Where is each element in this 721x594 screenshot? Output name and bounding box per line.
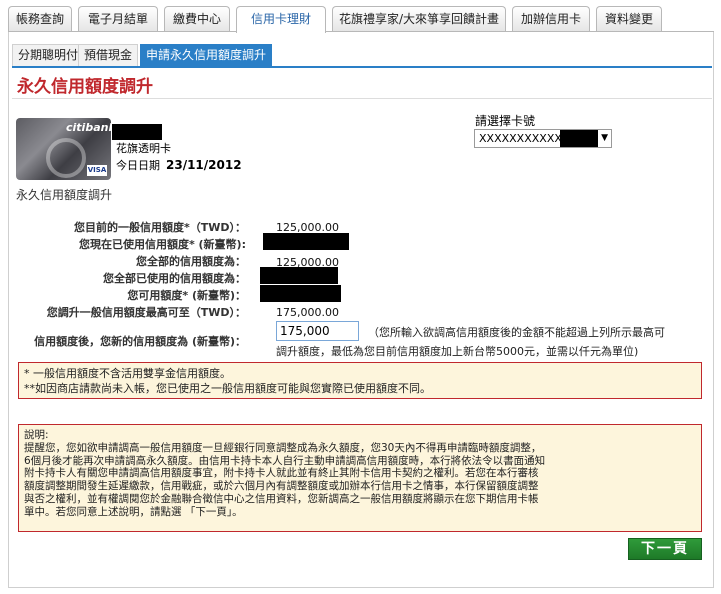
today-date: 今日日期 23/11/2012 [116, 157, 242, 173]
next-page-button[interactable]: 下一頁 [628, 538, 702, 560]
redacted-used-limit [263, 233, 349, 250]
notice-line-1: * 一般信用額度不含活用雙享金信用額度。 [24, 367, 231, 380]
explanation-title: 說明: [24, 429, 49, 441]
used-limit-label: 您現在已使用信用額度* (新臺幣): [78, 238, 246, 251]
title-divider [12, 98, 712, 99]
explanation-line: 單中。若您同意上述說明，請點選 「下一頁」。 [24, 505, 243, 518]
subtab-installment[interactable]: 分期聰明付 [12, 44, 85, 66]
subtab-permanent-limit-increase[interactable]: 申請永久信用額度調升 [140, 44, 273, 66]
new-limit-input[interactable]: 175,000 [276, 321, 359, 341]
chevron-down-icon: ▼ [601, 133, 608, 143]
current-limit-label: 您目前的一般信用額度*（TWD）： [73, 221, 246, 234]
today-date-label: 今日日期 [116, 159, 160, 172]
card-name: 花旗透明卡 [116, 142, 171, 155]
tab-rewards-program[interactable]: 花旗禮享家/大來箏享回饋計畫 [332, 6, 506, 32]
tab-payment-center[interactable]: 繳費中心 [164, 6, 230, 32]
subtab-cash-advance[interactable]: 預借現金 [78, 44, 139, 66]
citibank-logo: citibank [66, 121, 111, 134]
new-limit-label: 信用額度後，您新的信用額度為 (新臺幣)： [34, 335, 246, 348]
credit-card-image: citibank VISA [16, 118, 111, 180]
tab-e-statement[interactable]: 電子月結單 [78, 6, 158, 32]
explanation-line: 提醒您，您如欲申請調高一般信用額度一旦經銀行同意調整成為永久額度，您30天內不得… [24, 441, 542, 454]
section-label: 永久信用額度調升 [16, 188, 113, 202]
card-swirl-graphic [46, 138, 86, 178]
redacted-select-digits [560, 130, 598, 147]
new-limit-note-1: （您所輸入欲調高信用額度後的金額不能超過上列所示最高可 [368, 326, 665, 339]
card-number-select-value: XXXXXXXXXXXX [479, 132, 570, 145]
tab-credit-card-finance[interactable]: 信用卡理財 [236, 6, 326, 33]
visa-logo: VISA [87, 165, 107, 176]
explanation-box: 說明: 提醒您，您如欲申請調高一般信用額度一旦經銀行同意調整成為永久額度，您30… [18, 424, 702, 532]
page-title: 永久信用額度調升 [17, 77, 153, 97]
total-limit-label: 您全部的信用額度為： [136, 255, 246, 268]
card-select-label: 請選擇卡號 [475, 114, 536, 128]
max-limit-value: 175,000.00 [276, 306, 339, 319]
total-used-label: 您全部已使用的信用額度為： [103, 272, 246, 285]
new-limit-note-2: 調升額度，最低為您目前信用額度加上新台幣5000元，並需以仟元為單位) [276, 345, 639, 358]
redacted-available-limit [260, 285, 341, 302]
explanation-line: 與否之權利，並有權調閱您於金融聯合徵信中心之信用資料，您新調高之一般信用額度將顯… [24, 492, 539, 505]
redacted-total-used [260, 267, 338, 284]
notice-line-2: **如因商店請款尚未入帳，您已使用之一般信用額度可能與您實際已使用額度不同。 [24, 382, 431, 395]
explanation-line: 附卡持卡人有關您申請調高信用額度事宜，附卡持卡人就此並有終止其附卡信用卡契約之權… [24, 467, 539, 480]
explanation-line: 6個月後才能再次申請調高永久額度。由信用卡持卡本人自行主動申請調高信用額度時，本… [24, 454, 546, 467]
available-limit-label: 您可用額度* (新臺幣)： [127, 289, 246, 302]
subtab-underline [12, 66, 712, 68]
notice-box: * 一般信用額度不含活用雙享金信用額度。 **如因商店請款尚未入帳，您已使用之一… [18, 362, 702, 399]
today-date-value: 23/11/2012 [166, 158, 242, 172]
max-limit-label: 您調升一般信用額度最高可至（TWD）： [46, 306, 246, 319]
explanation-line: 額度調整期間發生延遲繳款，信用戰疵，或於六個月內有調整額度或加辦本行信用卡之情事… [24, 480, 539, 493]
tab-add-card[interactable]: 加辦信用卡 [512, 6, 590, 32]
tab-data-change[interactable]: 資料變更 [596, 6, 662, 32]
tab-account-inquiry[interactable]: 帳務查詢 [8, 6, 72, 32]
redacted-card-number [112, 124, 162, 140]
